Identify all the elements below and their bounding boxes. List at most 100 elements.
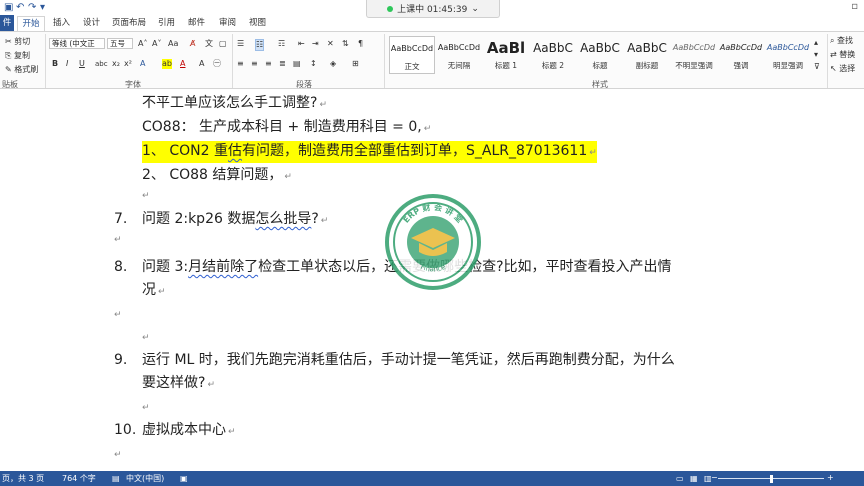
tab-insert[interactable]: 插入	[53, 16, 70, 31]
strikethrough-icon[interactable]: abc	[95, 59, 108, 69]
bold-icon[interactable]: B	[52, 59, 58, 69]
chinese-layout-icon[interactable]: ✕	[327, 39, 334, 49]
paragraph-mark-icon: ↵	[320, 216, 329, 226]
text-effects-icon[interactable]: A	[140, 59, 145, 69]
enclose-char-icon[interactable]: ㊀	[213, 59, 221, 69]
word-count[interactable]: 764 个字	[62, 471, 96, 486]
clear-format-icon[interactable]: A̸	[190, 39, 195, 49]
grow-font-icon[interactable]: A˄	[138, 39, 147, 49]
style-subtitle[interactable]: AaBbC 副标题	[624, 36, 670, 74]
paragraph-mark-icon: ↵	[114, 235, 122, 245]
format-painter-button[interactable]: ✎ 格式刷	[5, 64, 38, 75]
align-left-icon[interactable]: ≡	[237, 59, 244, 69]
doc-line: 2、 CO88 结算问题， ↵	[142, 167, 292, 183]
font-color-icon[interactable]: A	[180, 59, 185, 69]
shading-icon[interactable]: ◈	[330, 59, 336, 69]
tab-view[interactable]: 视图	[249, 16, 266, 31]
page-count[interactable]: 页，共 3 页	[2, 471, 44, 486]
list-number: 10.	[114, 422, 137, 438]
change-case-icon[interactable]: Aa	[168, 39, 178, 49]
line-spacing-icon[interactable]: ↕	[310, 59, 317, 69]
print-layout-icon[interactable]: ▦	[690, 471, 698, 486]
tab-layout[interactable]: 页面布局	[112, 16, 146, 31]
cut-button[interactable]: ✂ 剪切	[5, 36, 30, 47]
tab-review[interactable]: 审阅	[219, 16, 236, 31]
font-size-select[interactable]: 五号	[107, 38, 133, 49]
doc-line: 要这样做? ↵	[142, 375, 215, 391]
ribbon-options-icon[interactable]: ▫	[851, 1, 858, 12]
style-no-spacing[interactable]: AaBbCcDd 无间隔	[436, 36, 482, 74]
tab-references[interactable]: 引用	[158, 16, 175, 31]
decrease-indent-icon[interactable]: ⇤	[298, 39, 305, 49]
distributed-icon[interactable]: ▤	[293, 59, 301, 69]
underline-icon[interactable]: U	[79, 59, 85, 69]
styles-more-icon[interactable]: ⊽	[814, 62, 820, 72]
italic-icon[interactable]: I	[66, 59, 68, 69]
zoom-slider-thumb[interactable]	[770, 475, 773, 483]
char-border-icon[interactable]: ▢	[219, 39, 227, 49]
find-button[interactable]: ⌕ 查找	[830, 35, 853, 46]
window-controls: ▫	[851, 1, 858, 12]
paragraph-mark-icon: ↵	[114, 450, 122, 460]
styles-scroll-down-icon[interactable]: ▾	[814, 50, 818, 60]
numbering-icon[interactable]: ☷	[255, 39, 265, 51]
doc-line: 虚拟成本中心 ↵	[142, 422, 236, 438]
recording-indicator[interactable]: 上课中 01:45:39 ⌄	[366, 0, 500, 18]
replace-icon: ⇄	[830, 50, 837, 59]
sort-icon[interactable]: ⇅	[342, 39, 349, 49]
bullets-icon[interactable]: ☰	[237, 39, 244, 49]
paragraph-mark-icon: ↵	[114, 310, 122, 320]
borders-icon[interactable]: ⊞	[352, 59, 359, 69]
style-intense-emphasis[interactable]: AaBbCcDd 明显强调	[765, 36, 811, 74]
font-name-select[interactable]: 等线 (中文正	[49, 38, 105, 49]
divider	[384, 34, 385, 88]
tab-file[interactable]: 件	[0, 15, 14, 31]
style-subtle-emphasis[interactable]: AaBbCcDd 不明显强调	[671, 36, 717, 74]
zoom-out-icon[interactable]: −	[711, 470, 718, 485]
doc-line: CO88： 生产成本科目 + 制造费用科目 = 0, ↵	[142, 119, 432, 135]
paragraph-mark-icon: ↵	[158, 287, 166, 297]
chevron-down-icon: ⌄	[471, 3, 479, 14]
cursor-icon: ↖	[830, 64, 837, 73]
phonetic-guide-icon[interactable]: 文	[205, 39, 213, 49]
highlight-icon[interactable]: ab	[162, 59, 172, 69]
tab-design[interactable]: 设计	[83, 16, 100, 31]
style-title[interactable]: AaBbC 标题	[577, 36, 623, 74]
customize-qa-icon[interactable]: ▾	[40, 2, 45, 13]
subscript-icon[interactable]: x₂	[112, 59, 120, 69]
char-shading-icon[interactable]: A	[199, 59, 204, 69]
macro-icon[interactable]: ▣	[180, 471, 188, 486]
zoom-in-icon[interactable]: +	[827, 470, 834, 485]
search-icon: ⌕	[830, 36, 835, 45]
tab-mailings[interactable]: 邮件	[188, 16, 205, 31]
list-number: 7.	[114, 211, 128, 227]
paragraph-mark-icon: ↵	[589, 148, 597, 158]
style-emphasis[interactable]: AaBbCcDd 强调	[718, 36, 764, 74]
redo-icon[interactable]: ↷	[28, 2, 36, 13]
show-marks-icon[interactable]: ¶	[358, 39, 363, 49]
style-heading-1[interactable]: AaBl 标题 1	[483, 36, 529, 74]
justify-icon[interactable]: ≣	[279, 59, 286, 69]
align-right-icon[interactable]: ≡	[265, 59, 272, 69]
proofing-icon[interactable]: ▤	[112, 471, 120, 486]
superscript-icon[interactable]: x²	[124, 59, 132, 69]
styles-scroll-up-icon[interactable]: ▴	[814, 38, 818, 48]
save-icon[interactable]: ▣	[4, 2, 13, 13]
recording-dot-icon	[387, 5, 394, 12]
undo-icon[interactable]: ↶	[16, 2, 24, 13]
tab-home[interactable]: 开始	[17, 16, 45, 31]
style-heading-2[interactable]: AaBbC 标题 2	[530, 36, 576, 74]
style-normal[interactable]: AaBbCcDd 正文	[389, 36, 435, 74]
increase-indent-icon[interactable]: ⇥	[312, 39, 319, 49]
paragraph-mark-icon: ↵	[142, 191, 150, 201]
multilevel-list-icon[interactable]: ☶	[278, 39, 285, 49]
language[interactable]: 中文(中国)	[126, 471, 164, 486]
select-button[interactable]: ↖ 选择	[830, 63, 855, 74]
read-mode-icon[interactable]: ▭	[676, 471, 684, 486]
align-center-icon[interactable]: ≡	[251, 59, 258, 69]
shrink-font-icon[interactable]: A˅	[152, 39, 161, 49]
paragraph-mark-icon: ↵	[284, 172, 292, 182]
replace-button[interactable]: ⇄ 替换	[830, 49, 855, 60]
title-bar: ▣ ↶ ↷ ▾ 上课中 01:45:39 ⌄ ▫	[0, 0, 864, 18]
copy-button[interactable]: ⎘ 复制	[5, 50, 30, 61]
